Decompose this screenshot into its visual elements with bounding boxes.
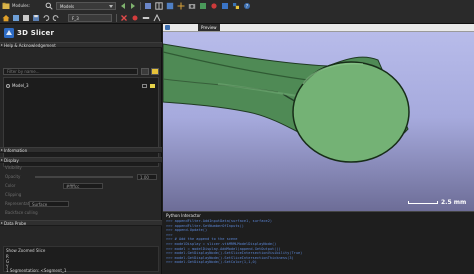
close-icon[interactable] (120, 14, 128, 22)
color-value: #ffffcc (66, 183, 80, 189)
filter-input[interactable]: Filter by name... (3, 68, 138, 75)
search-icon[interactable] (45, 2, 53, 10)
tree-item-name: Model_3 (12, 83, 29, 88)
help-icon[interactable]: ? (243, 2, 251, 10)
undo-icon[interactable] (42, 14, 50, 22)
fiducial-icon[interactable] (131, 14, 139, 22)
backface-label: Backface culling (5, 210, 38, 215)
eye-icon[interactable] (6, 84, 10, 88)
scale-bar: 2.5 mm (408, 199, 468, 208)
data-probe-section-header[interactable]: Data Probe (0, 220, 162, 226)
collapse-arrow-icon (1, 159, 3, 161)
save-icon[interactable] (32, 14, 40, 22)
screenshot-icon[interactable] (188, 2, 196, 10)
visibility-toggle[interactable] (142, 84, 147, 88)
slicer-logo-icon (4, 28, 14, 38)
opacity-row[interactable]: Opacity 1.00 (3, 174, 159, 180)
console-title: Python Interactor (166, 213, 201, 218)
app-logo: 3D Slicer (4, 26, 158, 40)
view-controller-bar[interactable]: Preview (163, 24, 474, 32)
color-swatch[interactable] (150, 84, 155, 88)
navigation-field[interactable]: F_3 (68, 14, 112, 22)
home-icon[interactable] (2, 14, 10, 22)
information-section-header[interactable]: Information (0, 147, 162, 153)
toolbar-separator (116, 14, 117, 22)
visibility-label: Visibility (5, 165, 22, 170)
scale-bar-line (408, 201, 438, 204)
collapse-arrow-icon (1, 222, 3, 224)
filter-input-placeholder: Filter by name... (7, 69, 40, 74)
forward-icon[interactable] (129, 2, 137, 10)
extensions-icon[interactable] (199, 2, 207, 10)
module-panel: 3D Slicer Help & Acknowledgement Filter … (0, 24, 162, 274)
python-console[interactable]: Python Interactor >>> appendFilter.AddIn… (163, 211, 474, 274)
opacity-value: 1.00 (140, 174, 149, 180)
toolbar-row-bottom: F_3 (0, 12, 474, 24)
toolbar-row-top: Modules: Models ? (0, 0, 474, 12)
add-model-button[interactable] (151, 68, 159, 75)
3d-model-render[interactable] (163, 24, 474, 211)
representation-row[interactable]: Representation Surface (3, 201, 159, 207)
module-selector[interactable]: Models (56, 2, 116, 10)
opacity-field[interactable]: 1.00 (137, 174, 157, 180)
3d-view[interactable]: Preview 2.5 mm (163, 24, 474, 211)
load-data-icon[interactable] (2, 2, 10, 10)
backface-row[interactable]: Backface culling (3, 210, 159, 216)
console-line: >>> model.GetDisplayNode().SetColor(1,1,… (166, 260, 257, 265)
color-picker[interactable]: #ffffcc (63, 183, 103, 189)
main-toolbar: Modules: Models ? F_3 (0, 0, 474, 24)
toolbar-separator (140, 2, 141, 10)
modules-label: Modules: (12, 3, 30, 8)
display-section-label: Display (4, 158, 19, 163)
help-section-label: Help & Acknowledgement (4, 43, 56, 48)
pin-icon[interactable] (165, 25, 170, 30)
data-probe-section-label: Data Probe (4, 221, 27, 226)
opacity-slider[interactable] (35, 176, 133, 178)
probe-segmentation-line: 1 Segmentation: <Segment_1 (6, 268, 67, 273)
ruler-icon[interactable] (142, 14, 150, 22)
navigation-field-value: F_3 (72, 16, 79, 21)
back-icon[interactable] (119, 2, 127, 10)
angle-icon[interactable] (153, 14, 161, 22)
data-probe-panel: Show Zoomed Slice R G Y 1 Segmentation: … (3, 246, 159, 273)
chevron-down-icon (109, 5, 113, 8)
model-tree[interactable]: Model_3 (3, 77, 159, 167)
crosshair-icon[interactable] (177, 2, 185, 10)
app-title: 3D Slicer (17, 29, 55, 37)
view-icon[interactable] (166, 2, 174, 10)
show-zoomed-slice-checkbox[interactable]: Show Zoomed Slice (6, 248, 45, 253)
help-section-header[interactable]: Help & Acknowledgement (0, 42, 162, 48)
representation-select[interactable]: Surface (29, 201, 69, 207)
redo-icon[interactable] (52, 14, 60, 22)
view-label: Preview (198, 24, 220, 31)
python-icon[interactable] (232, 2, 240, 10)
representation-value: Surface (32, 201, 48, 207)
layout-icon[interactable] (155, 2, 163, 10)
display-section-header[interactable]: Display (0, 157, 162, 163)
markups-icon[interactable] (210, 2, 218, 10)
information-section-label: Information (4, 148, 28, 153)
color-row[interactable]: Color #ffffcc (3, 183, 159, 189)
mouse-mode-icon[interactable] (144, 2, 152, 10)
collapse-arrow-icon (1, 44, 3, 46)
opacity-label: Opacity (5, 174, 21, 179)
clipping-row[interactable]: Clipping (3, 192, 159, 198)
dcm-icon[interactable] (22, 14, 30, 22)
module-selector-value: Models (60, 4, 75, 9)
console-output[interactable]: >>> appendFilter.AddInputData(surface1, … (166, 219, 471, 265)
tree-row[interactable]: Model_3 (4, 83, 158, 89)
slicer-logo-icon[interactable] (221, 2, 229, 10)
color-label: Color (5, 183, 16, 188)
visibility-row[interactable]: Visibility (3, 165, 159, 171)
filter-options-button[interactable] (141, 68, 149, 75)
data-icon[interactable] (12, 14, 20, 22)
collapse-arrow-icon (1, 149, 3, 151)
scale-bar-text: 2.5 mm (441, 199, 467, 206)
clipping-label: Clipping (5, 192, 22, 197)
